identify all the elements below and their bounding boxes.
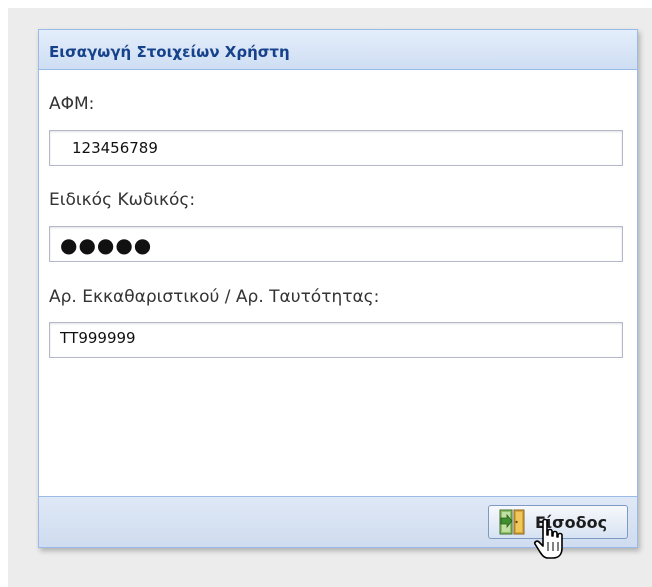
panel-header: Εισαγωγή Στοιχείων Χρήστη	[39, 30, 637, 70]
special-code-label: Ειδικός Κωδικός:	[49, 190, 196, 210]
login-door-icon	[499, 509, 525, 535]
afm-input[interactable]: 123456789	[49, 130, 623, 166]
hand-pointer-cursor-icon	[534, 518, 563, 559]
panel-title: Εισαγωγή Στοιχείων Χρήστη	[49, 43, 290, 61]
id-number-input[interactable]: ΤΤ999999	[49, 322, 623, 358]
special-code-input[interactable]: ●●●●●	[49, 226, 623, 262]
id-number-label: Αρ. Εκκαθαριστικού / Αρ. Ταυτότητας:	[49, 287, 380, 307]
login-panel: Εισαγωγή Στοιχείων Χρήστη ΑΦΜ: 123456789…	[38, 29, 638, 548]
afm-label: ΑΦΜ:	[49, 94, 95, 114]
